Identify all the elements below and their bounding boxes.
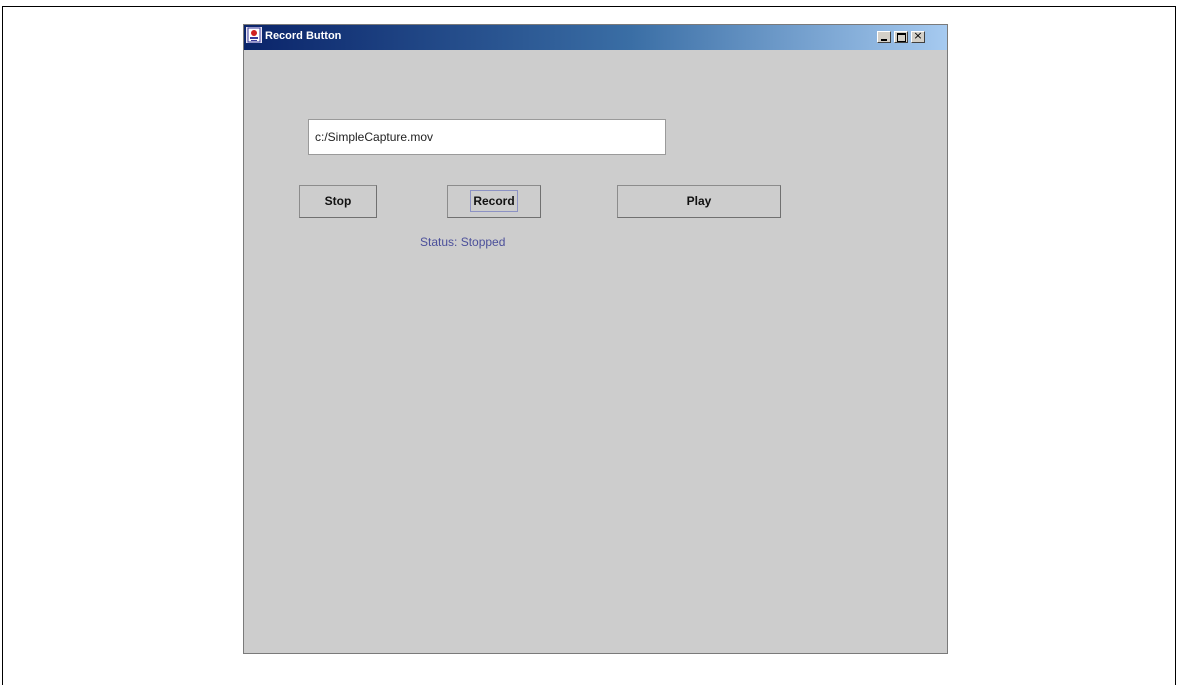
play-button[interactable]: Play <box>617 185 781 218</box>
close-button[interactable]: × <box>911 29 925 43</box>
minimize-button[interactable] <box>877 31 891 43</box>
maximize-icon <box>897 33 906 42</box>
close-icon: × <box>913 29 923 42</box>
maximize-button[interactable] <box>894 31 908 43</box>
java-app-icon <box>246 27 262 43</box>
minimize-icon <box>881 39 887 41</box>
record-button-label: Record <box>470 190 518 212</box>
title-bar[interactable]: Record Button × <box>244 25 947 50</box>
window-title: Record Button <box>265 30 342 42</box>
app-window: Record Button × Stop Record Play Status:… <box>243 24 948 654</box>
record-button[interactable]: Record <box>447 185 541 218</box>
file-path-input[interactable] <box>308 119 666 155</box>
stop-button[interactable]: Stop <box>299 185 377 218</box>
status-label: Status: Stopped <box>420 235 506 249</box>
